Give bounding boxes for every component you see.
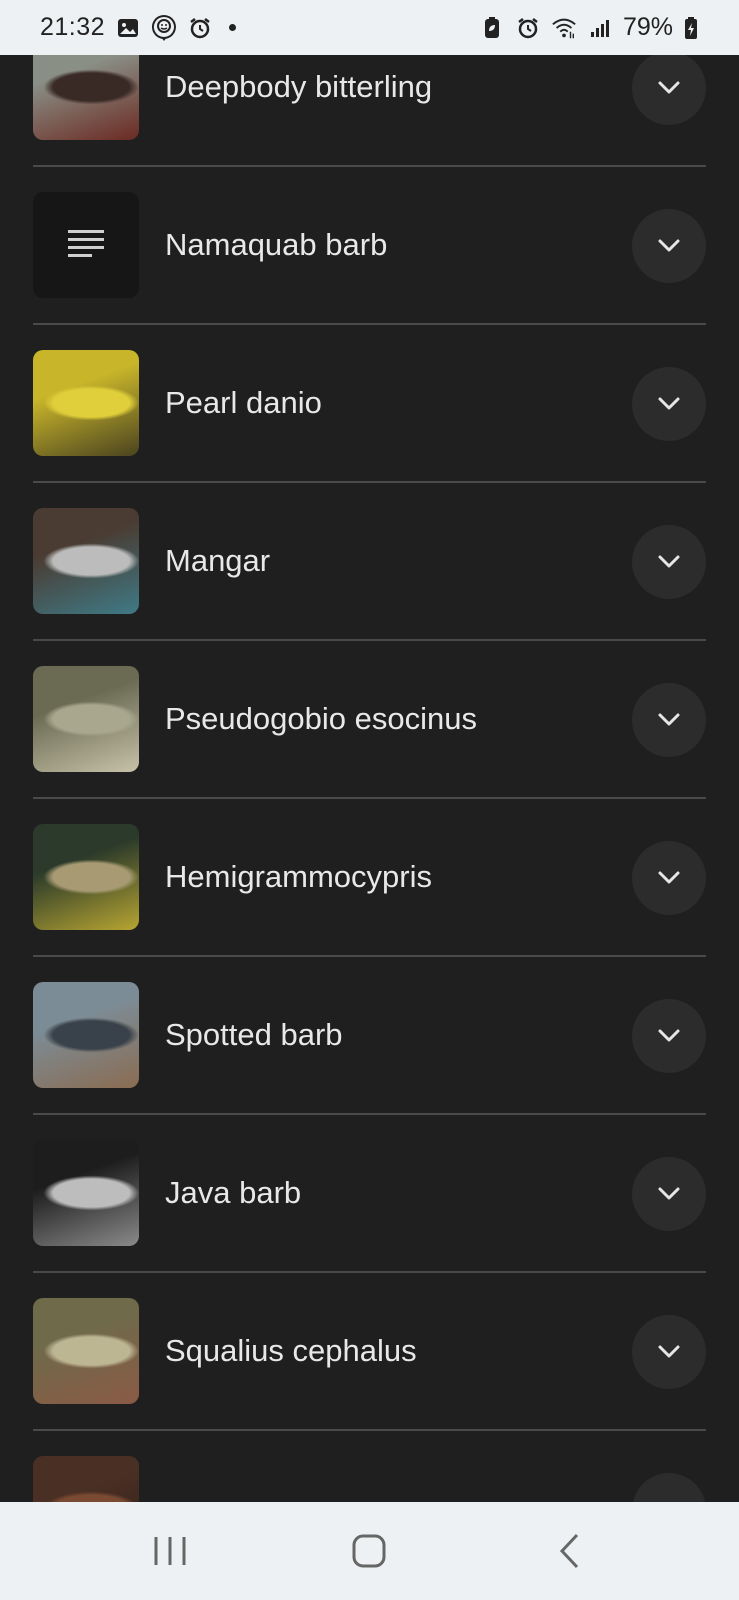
thumbnail-placeholder [33, 192, 139, 298]
fish-thumbnail [33, 508, 139, 614]
chevron-down-icon [658, 1187, 680, 1200]
navigation-bar [0, 1502, 739, 1600]
list-item[interactable]: Deepbody bitterling [33, 55, 706, 167]
expand-button[interactable] [632, 1473, 706, 1502]
fish-thumbnail [33, 666, 139, 772]
fish-name: Pearl danio [165, 385, 322, 420]
expand-button[interactable] [632, 841, 706, 915]
fish-thumbnail [33, 350, 139, 456]
battery-saver-icon [479, 15, 505, 41]
fish-thumbnail [33, 824, 139, 930]
expand-button[interactable] [632, 367, 706, 441]
home-button[interactable] [339, 1521, 399, 1581]
chevron-down-icon [658, 239, 680, 252]
list-item[interactable]: Pearl danio [33, 325, 706, 483]
gallery-icon [115, 15, 141, 41]
expand-button[interactable] [632, 55, 706, 125]
back-button[interactable] [539, 1521, 599, 1581]
status-bar-right: 79% [479, 13, 699, 42]
fish-name: Hemigrammocypris [165, 859, 432, 894]
chevron-down-icon [658, 1345, 680, 1358]
list-item[interactable] [33, 1431, 706, 1502]
fish-name: Java barb [165, 1175, 302, 1210]
wifi-icon [551, 15, 577, 41]
chevron-down-icon [658, 1029, 680, 1042]
notification-dot [229, 24, 237, 31]
list-item[interactable]: Hemigrammocypris [33, 799, 706, 957]
fish-name: Deepbody bitterling [165, 69, 433, 104]
chevron-down-icon [658, 555, 680, 568]
list-item[interactable]: Java barb [33, 1115, 706, 1273]
chevron-down-icon [658, 397, 680, 410]
recent-apps-icon [154, 1537, 186, 1565]
notes-icon [68, 230, 104, 257]
expand-button[interactable] [632, 683, 706, 757]
list-item[interactable]: Namaquab barb [33, 167, 706, 325]
fish-thumbnail [33, 982, 139, 1088]
fish-list[interactable]: Deepbody bitterling Namaquab barb Pearl da… [0, 55, 739, 1502]
home-icon [352, 1534, 386, 1568]
chevron-down-icon [658, 713, 680, 726]
list-item[interactable]: Pseudogobio esocinus [33, 641, 706, 799]
fish-name: Squalius cephalus [165, 1333, 417, 1368]
fish-name: Mangar [165, 543, 271, 578]
expand-button[interactable] [632, 999, 706, 1073]
expand-button[interactable] [632, 209, 706, 283]
face-app-icon [151, 14, 177, 41]
recent-apps-button[interactable] [140, 1521, 200, 1581]
back-icon [560, 1533, 579, 1569]
fish-thumbnail [33, 1298, 139, 1404]
list-item[interactable]: Spotted barb [33, 957, 706, 1115]
list-item[interactable]: Squalius cephalus [33, 1273, 706, 1431]
battery-percent: 79% [622, 13, 673, 41]
status-bar-left: 21:32 [40, 13, 237, 42]
list-item[interactable]: Mangar [33, 483, 706, 641]
alarm-icon [515, 15, 541, 41]
chevron-down-icon [658, 871, 680, 884]
fish-list-content: Deepbody bitterling Namaquab barb Pearl da… [0, 55, 739, 1502]
fish-thumbnail [33, 1140, 139, 1246]
alarm-icon [187, 15, 213, 41]
fish-thumbnail [33, 55, 139, 140]
fish-thumbnail [33, 1456, 139, 1502]
fish-name: Pseudogobio esocinus [165, 701, 477, 736]
fish-name: Namaquab barb [165, 227, 388, 262]
expand-button[interactable] [632, 1315, 706, 1389]
status-bar: 21:32 79% [0, 0, 739, 55]
expand-button[interactable] [632, 525, 706, 599]
fish-name: Spotted barb [165, 1017, 343, 1052]
chevron-down-icon [658, 81, 680, 94]
expand-button[interactable] [632, 1157, 706, 1231]
signal-icon [587, 15, 613, 41]
status-time: 21:32 [40, 13, 106, 41]
battery-icon [683, 15, 699, 41]
